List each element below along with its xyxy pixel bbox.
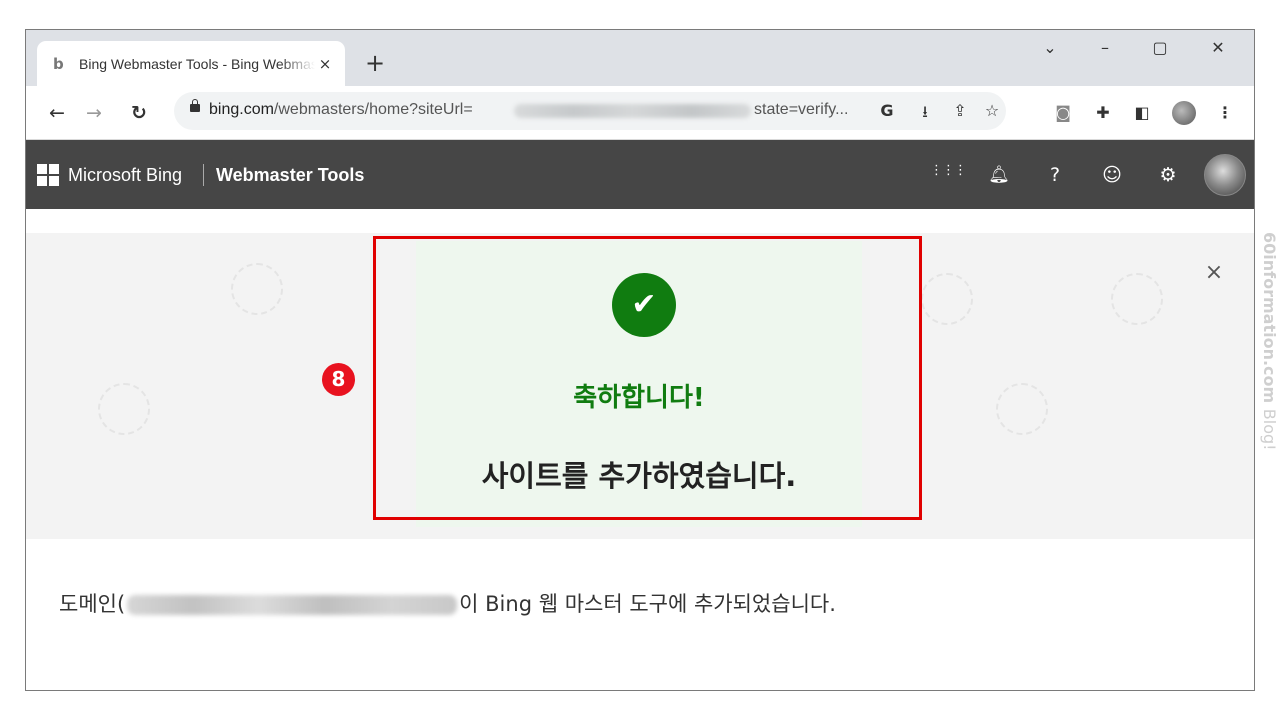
notifications-bell-icon[interactable]: 🔔︎ [986, 162, 1012, 188]
bing-icon: b [53, 54, 64, 73]
apps-grid-icon[interactable]: ⋮⋮⋮ [930, 164, 967, 192]
maximize-button[interactable]: ▢ [1140, 38, 1180, 62]
blurred-domain [127, 595, 458, 615]
lock-icon[interactable] [190, 99, 200, 112]
help-icon[interactable]: ? [1042, 162, 1068, 188]
lightbulb-watermark-icon [1111, 273, 1163, 325]
user-avatar[interactable] [1204, 154, 1246, 196]
new-tab-button[interactable]: + [361, 49, 389, 77]
domain-added-text: 도메인(이 Bing 웹 마스터 도구에 추가되었습니다. [59, 592, 836, 616]
bookmark-star-icon[interactable]: ☆ [981, 101, 1003, 120]
product-name[interactable]: Webmaster Tools [216, 165, 364, 186]
extensions-puzzle-icon[interactable]: ✚ [1092, 102, 1114, 124]
brand-divider [203, 164, 204, 186]
lightbulb-watermark-icon [98, 383, 150, 435]
feedback-smiley-icon[interactable]: ☺ [1099, 162, 1125, 188]
minimize-button[interactable]: – [1085, 38, 1125, 62]
brand-name[interactable]: Microsoft Bing [68, 165, 182, 186]
camera-extension-icon[interactable]: ◙ [1052, 102, 1074, 124]
back-button[interactable]: ← [44, 100, 70, 126]
browser-window: b Bing Webmaster Tools - Bing Webmaster … [25, 29, 1255, 691]
browser-menu-icon[interactable]: ⋮ [1214, 102, 1236, 124]
lightbulb-watermark-icon [231, 263, 283, 315]
blurred-url-segment [514, 104, 751, 118]
side-panel-icon[interactable]: ◧ [1131, 102, 1153, 124]
settings-gear-icon[interactable]: ⚙ [1155, 162, 1181, 188]
browser-tab[interactable]: b Bing Webmaster Tools - Bing Webmaster … [37, 41, 345, 86]
url-tail-text: state=verify... [754, 101, 849, 118]
profile-avatar[interactable] [1172, 101, 1196, 125]
annotation-highlight-box [373, 236, 922, 520]
lightbulb-watermark-icon [921, 273, 973, 325]
google-icon[interactable]: G [876, 101, 898, 120]
address-bar[interactable]: bing.com/webmasters/home?siteUrl= state=… [174, 92, 1006, 130]
site-header: Microsoft Bing Webmaster Tools ⋮⋮⋮ 🔔︎ ? … [26, 140, 1254, 209]
step-number-badge: 8 [322, 363, 355, 396]
url-text[interactable]: bing.com/webmasters/home?siteUrl= [209, 101, 473, 119]
tab-search-icon[interactable]: ⌄ [1030, 38, 1070, 62]
share-icon[interactable]: ⇪ [949, 101, 971, 120]
tab-strip: b Bing Webmaster Tools - Bing Webmaster … [26, 30, 1254, 86]
browser-toolbar: ← → ↻ bing.com/webmasters/home?siteUrl= … [26, 86, 1254, 140]
forward-button[interactable]: → [81, 100, 107, 126]
lightbulb-watermark-icon [996, 383, 1048, 435]
tab-title: Bing Webmaster Tools - Bing Webmaster To… [79, 55, 315, 72]
side-watermark: 60information.com Blog! [1260, 232, 1279, 451]
window-close-button[interactable]: ✕ [1198, 38, 1238, 62]
microsoft-logo-icon[interactable] [37, 164, 59, 186]
tab-close-icon[interactable]: × [315, 54, 335, 74]
install-app-icon[interactable]: ⭳ [914, 101, 936, 128]
reload-button[interactable]: ↻ [126, 100, 152, 126]
banner-close-icon[interactable]: × [1202, 261, 1226, 285]
